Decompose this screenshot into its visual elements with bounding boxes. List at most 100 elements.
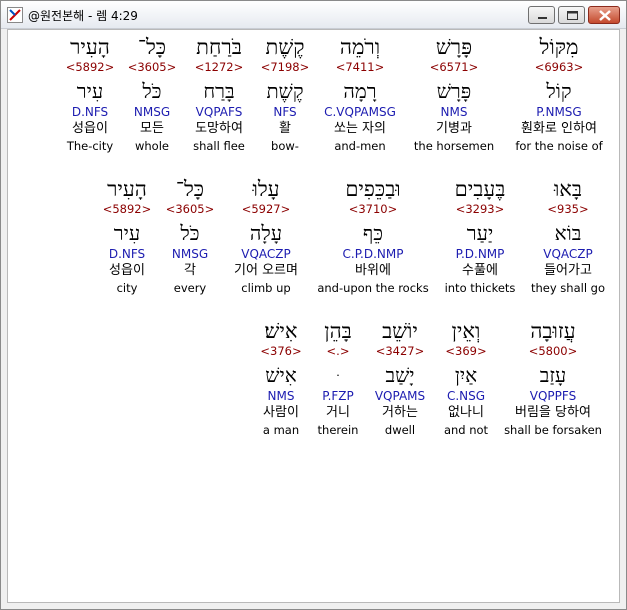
english-gloss: shall flee [193, 139, 245, 153]
korean-gloss: 거하는 [382, 405, 418, 420]
strong-number: <935> [547, 202, 589, 216]
hebrew-lemma: קֶשֶׁת [266, 79, 304, 103]
hebrew-word: וּבַכֵּפִים [345, 177, 401, 201]
hebrew-lemma: עִיר [113, 221, 141, 245]
korean-gloss: 바위에 [355, 263, 391, 278]
grammar-code: VQACZP [543, 247, 593, 261]
title-bar[interactable]: @원전본해 - 렘 4:29 [1, 1, 626, 29]
hebrew-word: קֶשֶׁת [265, 35, 305, 59]
strong-number: <369> [445, 344, 487, 358]
hebrew-word: בָּאוּ [553, 177, 583, 201]
hebrew-lemma: רָמָה [343, 79, 377, 103]
word-cell[interactable]: פָּרָשׁ <6571> פָּרָשׁ NMS 기병과 the horse… [409, 34, 499, 154]
korean-gloss: 쏘는 자의 [334, 121, 386, 136]
close-button[interactable] [588, 6, 620, 24]
korean-gloss: 훤화로 인하여 [521, 121, 597, 136]
strong-number: <3427> [375, 344, 425, 358]
strong-number: <5892> [102, 202, 152, 216]
strong-number: <.> [326, 344, 350, 358]
window-title: @원전본해 - 렘 4:29 [28, 9, 138, 23]
strong-number: <6571> [429, 60, 479, 74]
word-cell[interactable]: עֲזוּבָה <5800> עָזַב VQPPFS 버림을 당하여 sha… [500, 318, 606, 438]
korean-gloss: 사람이 [263, 405, 299, 420]
hebrew-word: יוֹשֵׁב [382, 319, 418, 343]
minimize-icon [538, 17, 547, 19]
word-cell[interactable]: קֶשֶׁת <7198> קֶשֶׁת NFS 활 bow- [254, 34, 316, 154]
hebrew-word: הָעִיר [70, 35, 110, 59]
word-cell[interactable]: בֹּרַחַת <1272> בָּרַח VQPAFS 도망하여 shall… [184, 34, 254, 154]
grammar-code: C.P.D.NMP [342, 247, 404, 261]
strong-number: <6963> [534, 60, 584, 74]
hebrew-lemma: בָּרַח [203, 79, 235, 103]
grammar-code: VQPAFS [195, 105, 243, 119]
english-gloss: and-men [334, 139, 386, 153]
interlinear-panel[interactable]: מִקּוֹל <6963> קוֹל P.NMSG 훤화로 인하여 for t… [7, 29, 620, 603]
word-cell[interactable]: כָּל־ <3605> כֹּל NMSG 모든 whole [124, 34, 180, 154]
word-cell[interactable]: הָעִיר <5892> עִיר D.NFS 성읍이 city [96, 176, 158, 296]
grammar-code: VQACZP [241, 247, 291, 261]
grammar-code: P.NMSG [536, 105, 582, 119]
grammar-code: P.D.NMP [455, 247, 505, 261]
word-cell[interactable]: וְרֹמֵה <7411> רָמָה C.VQPAMSG 쏘는 자의 and… [314, 34, 406, 154]
grammar-code: C.VQPAMSG [324, 105, 396, 119]
app-window: @원전본해 - 렘 4:29 מִקּוֹל <6963> קוֹל P.NMS… [0, 0, 627, 610]
hebrew-lemma: אִישׁ [265, 363, 297, 387]
hebrew-lemma: כֹּל [180, 221, 200, 245]
english-gloss: climb up [241, 281, 291, 295]
english-gloss: and-upon the rocks [317, 281, 429, 295]
hebrew-word: עֲזוּבָה [530, 319, 576, 343]
korean-gloss: 거니 [326, 405, 350, 420]
word-cell[interactable]: בָּהֵן <.> ּ P.FZP 거니 therein [313, 318, 363, 438]
maximize-button[interactable] [558, 6, 585, 24]
english-gloss: shall be forsaken [504, 423, 602, 437]
close-icon [599, 10, 611, 21]
english-gloss: bow- [271, 139, 299, 153]
english-gloss: city [116, 281, 138, 295]
strong-number: <7198> [260, 60, 310, 74]
hebrew-word: בָּהֵן [324, 319, 352, 343]
korean-gloss: 모든 [140, 121, 164, 136]
strong-number: <3710> [348, 202, 398, 216]
grammar-code: NMS [440, 105, 468, 119]
minimize-button[interactable] [528, 6, 555, 24]
word-cell[interactable]: עָלוּ <5927> עָלָה VQACZP 기어 오르며 climb u… [226, 176, 306, 296]
korean-gloss: 없나니 [448, 405, 484, 420]
hebrew-word: הָעִיר [107, 177, 147, 201]
word-cell[interactable]: מִקּוֹל <6963> קוֹל P.NMSG 훤화로 인하여 for t… [505, 34, 613, 154]
english-gloss: a man [262, 423, 300, 437]
korean-gloss: 기병과 [436, 121, 472, 136]
hebrew-lemma: בּוֹא [554, 221, 582, 245]
english-gloss: dwell [384, 423, 416, 437]
grammar-code: VQPAMS [374, 389, 426, 403]
word-cell[interactable]: בָּאוּ <935> בּוֹא VQACZP 들어가고 they shal… [528, 176, 608, 296]
strong-number: <5927> [241, 202, 291, 216]
hebrew-word: כָּל־ [175, 177, 205, 201]
hebrew-word: וְרֹמֵה [339, 35, 381, 59]
word-cell[interactable]: הָעִיר <5892> עִיר D.NFS 성읍이 The-city [58, 34, 122, 154]
app-logo-icon [7, 7, 23, 23]
word-cell[interactable]: יוֹשֵׁב <3427> יָשַׁב VQPAMS 거하는 dwell [368, 318, 432, 438]
word-cell[interactable]: וּבַכֵּפִים <3710> כֵּף C.P.D.NMP 바위에 an… [314, 176, 432, 296]
hebrew-lemma: עִיר [76, 79, 104, 103]
word-cell[interactable]: אִישׁ׃ <376> אִישׁ NMS 사람이 a man [252, 318, 310, 438]
word-cell[interactable]: כָּל־ <3605> כֹּל NMSG 각 every [162, 176, 218, 296]
hebrew-lemma: יָשַׁב [385, 363, 415, 387]
hebrew-lemma: כֵּף [362, 221, 384, 245]
strong-number: <5892> [65, 60, 115, 74]
korean-gloss: 버림을 당하여 [515, 405, 591, 420]
hebrew-lemma: עָלָה [249, 221, 283, 245]
hebrew-word: פָּרָשׁ [435, 35, 473, 59]
korean-gloss: 활 [279, 121, 291, 136]
hebrew-word: עָלוּ [252, 177, 280, 201]
english-gloss: whole [134, 139, 169, 153]
hebrew-lemma: כֹּל [142, 79, 162, 103]
hebrew-word: בֶּעָבִים [454, 177, 506, 201]
korean-gloss: 들어가고 [544, 263, 592, 278]
korean-gloss: 도망하여 [195, 121, 243, 136]
hebrew-word: מִקּוֹל [539, 35, 579, 59]
grammar-code: C.NSG [446, 389, 486, 403]
word-cell[interactable]: בֶּעָבִים <3293> יַעַר P.D.NMP 수풀에 into … [438, 176, 522, 296]
maximize-icon [567, 11, 578, 20]
grammar-code: NMS [267, 389, 295, 403]
word-cell[interactable]: וְאֵין <369> אַיִן C.NSG 없나니 and not [438, 318, 494, 438]
